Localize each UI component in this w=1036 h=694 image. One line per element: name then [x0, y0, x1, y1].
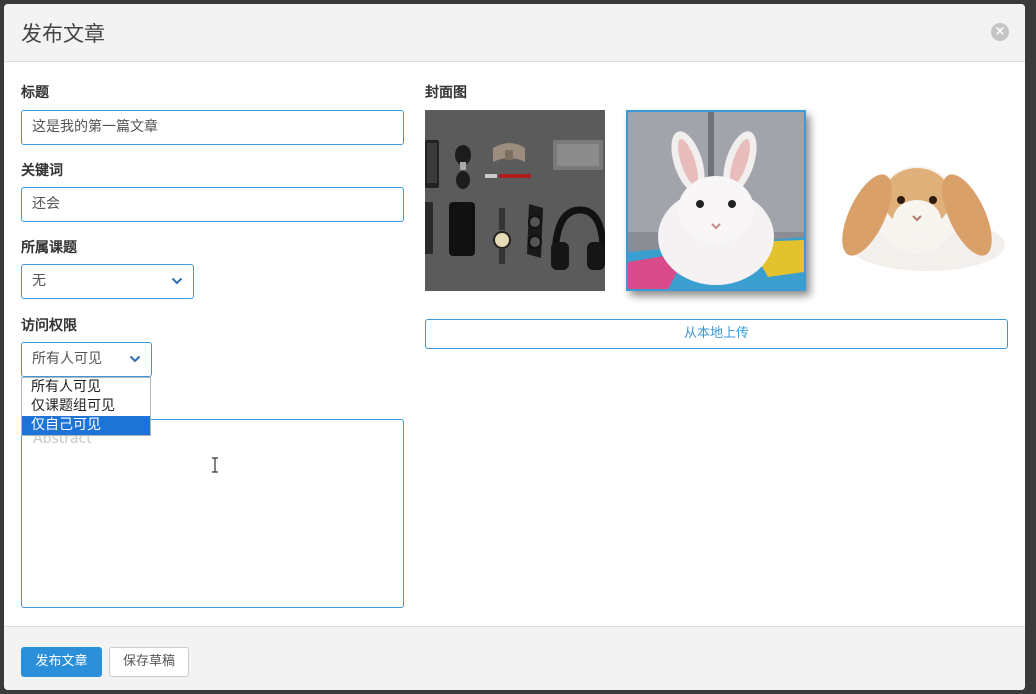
title-input[interactable]: 这是我的第一篇文章: [21, 110, 404, 145]
text-cursor-icon: [212, 457, 218, 473]
accessories-image: [425, 110, 605, 291]
chevron-down-icon: [129, 355, 141, 363]
publish-button[interactable]: 发布文章: [21, 647, 102, 677]
publish-article-dialog: 发布文章 × 标题 这是我的第一篇文章 关键词 还会 所属课题 无 访问权限 所…: [4, 4, 1025, 690]
close-icon[interactable]: ×: [991, 23, 1009, 41]
access-label: 访问权限: [21, 318, 77, 334]
upload-local-button[interactable]: 从本地上传: [425, 319, 1008, 349]
abstract-textarea[interactable]: Abstract: [21, 419, 404, 608]
lop-rabbit-image: [827, 110, 1007, 291]
access-option-self[interactable]: 仅自己可见: [22, 416, 150, 435]
topic-select-value: 无: [32, 273, 46, 289]
access-option-all[interactable]: 所有人可见: [22, 378, 150, 397]
access-option-group[interactable]: 仅课题组可见: [22, 397, 150, 416]
cover-image-accessories[interactable]: [425, 110, 605, 291]
dialog-footer: 发布文章 保存草稿: [4, 626, 1025, 690]
title-label: 标题: [21, 85, 49, 101]
dialog-title: 发布文章: [21, 22, 105, 46]
cover-image-lop-rabbit[interactable]: [827, 110, 1007, 291]
dialog-header: 发布文章 ×: [4, 4, 1025, 62]
keywords-label: 关键词: [21, 163, 63, 179]
cover-image-white-rabbit[interactable]: [626, 110, 806, 291]
access-dropdown: 所有人可见 仅课题组可见 仅自己可见: [21, 377, 151, 436]
topic-label: 所属课题: [21, 240, 77, 256]
keywords-input[interactable]: 还会: [21, 187, 404, 222]
access-select[interactable]: 所有人可见: [21, 342, 152, 377]
save-draft-button[interactable]: 保存草稿: [109, 647, 189, 677]
white-rabbit-image: [628, 112, 804, 289]
cover-label: 封面图: [425, 85, 467, 101]
chevron-down-icon: [171, 277, 183, 285]
access-select-value: 所有人可见: [32, 351, 102, 367]
topic-select[interactable]: 无: [21, 264, 194, 299]
